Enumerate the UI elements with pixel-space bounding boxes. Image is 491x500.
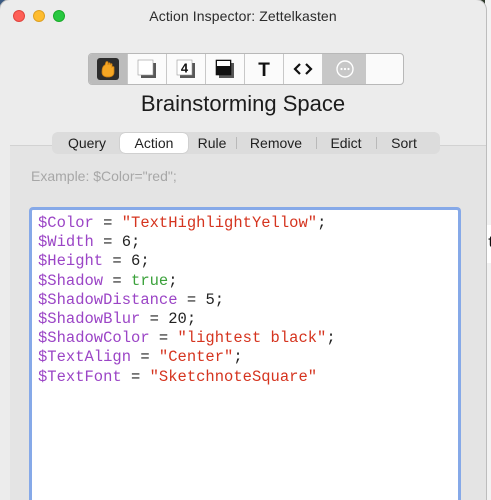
- code-operator: =: [121, 367, 150, 386]
- code-line: $Height = 6;: [38, 252, 336, 271]
- code-operator: =: [103, 271, 132, 290]
- more-ellipsis-icon: [335, 60, 354, 78]
- code-line: $TextFont = "SketchnoteSquare": [38, 368, 336, 387]
- action-code-editor[interactable]: $Color = "TextHighlightYellow"; $Width = …: [29, 207, 461, 500]
- toolbar-appearance-button[interactable]: [128, 54, 167, 84]
- code-value: 20: [168, 310, 187, 329]
- code-variable: $Width: [38, 233, 94, 252]
- code-operator: =: [149, 329, 178, 348]
- code-terminator: ;: [326, 329, 336, 348]
- code-operator: =: [93, 214, 122, 232]
- panel-title: Brainstorming Space: [140, 91, 346, 116]
- code-variable: $TextFont: [38, 367, 122, 386]
- title-bar[interactable]: Action Inspector: Zettelkasten: [0, 0, 486, 32]
- code-line: $TextAlign = "Center";: [38, 348, 336, 367]
- code-line: $Shadow = true;: [38, 272, 336, 291]
- tab-sort[interactable]: Sort: [376, 133, 432, 153]
- toolbar-border-button[interactable]: [206, 54, 245, 84]
- code-variable: $ShadowBlur: [38, 310, 141, 329]
- code-terminator: ;: [214, 290, 225, 309]
- code-operator: =: [131, 348, 159, 367]
- code-terminator: ;: [317, 214, 327, 232]
- code-value: true: [131, 271, 169, 290]
- code-value: 5: [205, 290, 215, 309]
- code-terminator: ;: [140, 252, 150, 271]
- code-value: "Center": [158, 348, 234, 367]
- code-line: $ShadowBlur = 20;: [38, 310, 336, 329]
- code-variable: $Shadow: [38, 271, 104, 290]
- code-line: $ShadowDistance = 5;: [38, 291, 336, 310]
- toolbar-action-button[interactable]: [89, 54, 128, 84]
- code-value: "SketchnoteSquare": [149, 367, 318, 386]
- code-line: $Color = "TextHighlightYellow";: [38, 214, 336, 233]
- dark-square-icon: [215, 59, 234, 78]
- action-hand-icon: [97, 58, 119, 80]
- code-terminator: ;: [186, 310, 197, 329]
- toolbar-number-button[interactable]: 4: [167, 54, 206, 84]
- toolbar-text-button[interactable]: T: [245, 54, 284, 84]
- code-brackets-icon: [293, 63, 313, 75]
- action-inspector-window: Action Inspector: Zettelkasten 4 T Brain…: [0, 0, 486, 500]
- code-value: 6: [121, 233, 132, 252]
- code-operator: =: [177, 290, 206, 309]
- window-title: Action Inspector: Zettelkasten: [149, 8, 337, 24]
- code-line: $Width = 6;: [38, 233, 336, 252]
- code-terminator: ;: [131, 233, 141, 252]
- code-variable: $TextAlign: [38, 348, 132, 367]
- toolbar-more-button[interactable]: [323, 54, 366, 84]
- tab-query[interactable]: Query: [54, 133, 120, 153]
- code-variable: $Color: [38, 214, 94, 232]
- code-value: "lightest black": [177, 329, 327, 348]
- code-value: 6: [131, 252, 141, 271]
- tab-remove[interactable]: Remove: [236, 133, 316, 153]
- code-variable: $ShadowColor: [38, 329, 150, 348]
- inspector-tab-bar: Query Action Rule Remove Edict Sort: [52, 132, 440, 154]
- code-value: "TextHighlightYellow": [121, 214, 318, 232]
- tab-edict[interactable]: Edict: [316, 133, 376, 153]
- tab-rule[interactable]: Rule: [188, 133, 236, 153]
- inspector-toolbar: 4 T: [88, 53, 404, 85]
- code-operator: =: [140, 310, 169, 329]
- code-operator: =: [103, 252, 132, 271]
- code-variable: $Height: [38, 252, 104, 271]
- code-text[interactable]: $Color = "TextHighlightYellow"; $Width = …: [38, 214, 336, 387]
- background-window-text: t: [487, 234, 491, 252]
- text-t-icon: T: [258, 60, 270, 81]
- code-line: $ShadowColor = "lightest black";: [38, 329, 336, 348]
- toolbar-code-button[interactable]: [284, 54, 323, 84]
- code-operator: =: [93, 233, 122, 252]
- svg-text:T: T: [258, 60, 270, 81]
- shadow-square-icon: [137, 59, 156, 78]
- example-placeholder: Example: $Color="red";: [31, 168, 177, 184]
- code-terminator: ;: [168, 271, 178, 290]
- code-terminator: ;: [233, 348, 243, 367]
- code-variable: $ShadowDistance: [38, 290, 178, 309]
- tab-action[interactable]: Action: [120, 133, 188, 153]
- number-4-icon: 4: [176, 59, 195, 78]
- svg-text:4: 4: [181, 61, 189, 76]
